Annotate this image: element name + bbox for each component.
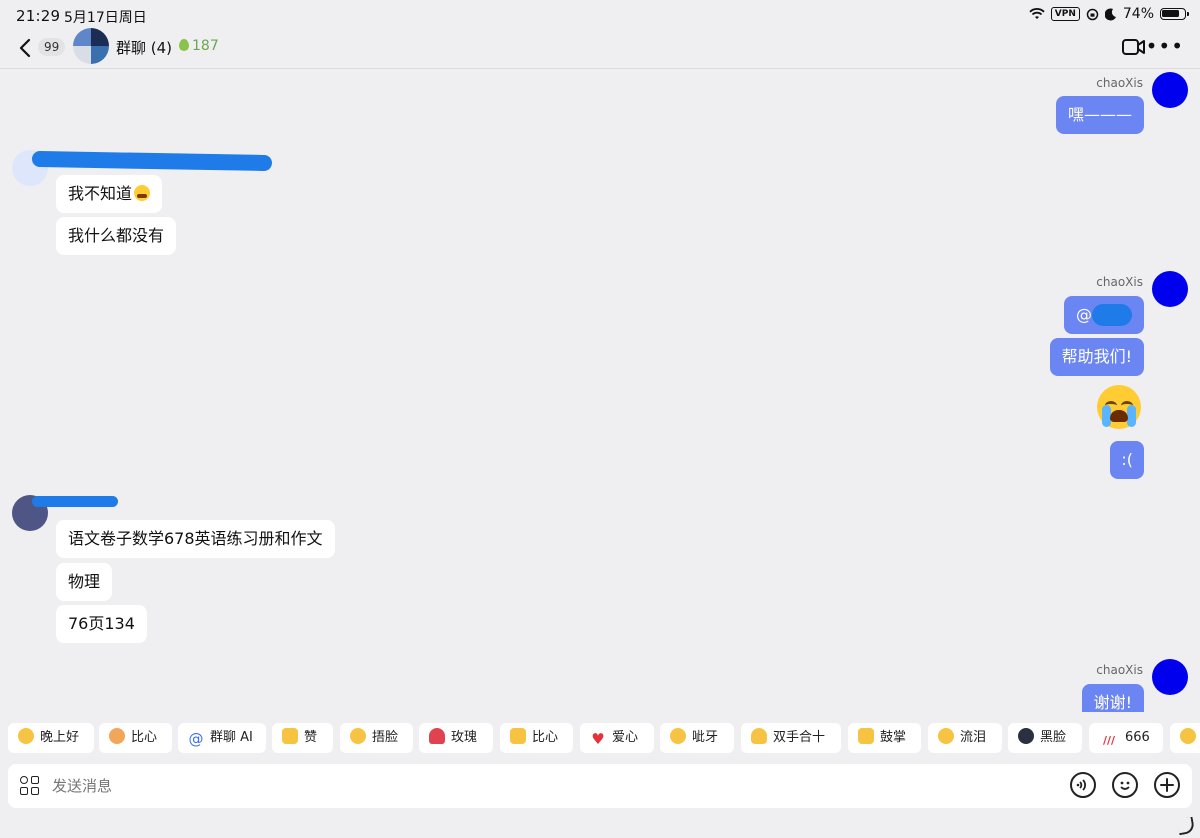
sender-name: chaoXis: [1096, 663, 1143, 677]
reaction-label: 666: [1125, 730, 1150, 745]
status-bar: 21:29 5月17日周日 VPN 74%: [0, 0, 1200, 32]
video-call-icon[interactable]: [1122, 38, 1146, 56]
emoji-picker-icon[interactable]: [1112, 772, 1138, 798]
reaction-label: 玫瑰: [451, 730, 478, 745]
reaction-chip[interactable]: 赞: [272, 723, 333, 753]
group-avatar[interactable]: [73, 28, 109, 64]
wifi-icon: [1029, 8, 1045, 19]
reaction-label: 双手合十: [773, 730, 826, 745]
heart-icon: ♥: [591, 730, 605, 748]
reaction-label: 呲牙: [692, 730, 719, 745]
clap-icon: [858, 728, 874, 744]
grin-icon: [670, 728, 686, 744]
reaction-chip[interactable]: ♥ 爱心: [580, 723, 654, 753]
redacted-mention: [1092, 304, 1132, 326]
reaction-label: 群聊 AI: [210, 730, 253, 745]
sender-name: chaoXis: [1096, 76, 1143, 90]
message-bubble[interactable]: 物理: [56, 563, 113, 601]
message-bubble[interactable]: 嘿———: [1055, 96, 1144, 134]
reaction-label: 比心: [532, 730, 559, 745]
reaction-label: 鼓掌: [880, 730, 907, 745]
reaction-chip[interactable]: 捂脸: [340, 723, 413, 753]
reaction-label: 比心: [131, 730, 158, 745]
message-bubble[interactable]: 谢谢!: [1081, 684, 1144, 712]
status-indicators: VPN 74%: [1029, 6, 1189, 22]
message-bubble[interactable]: 语文卷子数学678英语练习册和作文: [56, 520, 335, 558]
reaction-chip[interactable]: 呲牙: [660, 723, 734, 753]
dark-face-icon: [1018, 728, 1034, 744]
message-input-bar: [8, 764, 1192, 808]
status-date: 5月17日周日: [64, 10, 147, 26]
vpn-badge: VPN: [1050, 7, 1080, 21]
reaction-chip[interactable]: /// 666: [1089, 723, 1163, 753]
message-bubble[interactable]: :(: [1110, 441, 1144, 479]
mention-symbol: @: [1076, 305, 1092, 324]
back-chevron-icon[interactable]: [16, 36, 38, 60]
quick-reaction-bar[interactable]: 晚上好 比心 @ 群聊 AI 赞 捂脸 玫瑰 比心 ♥ 爱心 呲牙 双手合十 鼓掌 …: [0, 723, 1200, 753]
thumbs-up-icon: [282, 728, 298, 744]
crying-emoji-icon: [134, 185, 151, 201]
finger-heart-icon: [510, 728, 526, 744]
add-plus-icon[interactable]: [1154, 772, 1180, 798]
reaction-chip[interactable]: 黑脸: [1008, 723, 1082, 753]
star-face-icon: [18, 728, 34, 744]
reaction-chip[interactable]: 晚上好: [8, 723, 94, 753]
laugh-icon: [1180, 728, 1196, 744]
apps-grid-icon[interactable]: [20, 776, 40, 796]
facepalm-icon: [350, 728, 366, 744]
battery-icon: [1160, 8, 1189, 20]
loudly-crying-face-icon[interactable]: [1097, 385, 1141, 429]
rotation-lock-icon: [1086, 8, 1099, 20]
chat-header: 99 群聊 (4) 187 •••: [0, 28, 1200, 69]
resize-handle-icon: [1176, 816, 1196, 836]
avatar[interactable]: [1152, 72, 1188, 108]
666-icon: ///: [1102, 734, 1116, 747]
message-bubble[interactable]: 76页134: [56, 605, 147, 643]
reaction-chip[interactable]: 流泪: [928, 723, 1002, 753]
status-time: 21:29: [16, 7, 61, 25]
redacted-name: [31, 150, 273, 172]
moon-icon: [1104, 8, 1116, 20]
reaction-label: 晚上好: [40, 730, 80, 745]
sender-name: chaoXis: [1096, 275, 1143, 289]
reaction-chip[interactable]: 玫瑰: [419, 723, 493, 753]
message-text: 我不知道: [68, 184, 133, 203]
reaction-label: 黑脸: [1040, 730, 1067, 745]
reaction-chip[interactable]: [1170, 723, 1200, 753]
reaction-label: 爱心: [612, 730, 639, 745]
flame-icon: [179, 39, 189, 51]
reaction-chip[interactable]: 比心: [99, 723, 172, 753]
voice-input-icon[interactable]: [1070, 772, 1096, 798]
rose-icon: [429, 728, 445, 744]
reaction-label: 流泪: [960, 730, 987, 745]
message-bubble[interactable]: 帮助我们!: [1049, 338, 1144, 376]
more-options-icon[interactable]: •••: [1146, 36, 1184, 56]
reaction-label: 捂脸: [372, 730, 399, 745]
message-list[interactable]: chaoXis 嘿——— 我不知道 我什么都没有 chaoXis @ 帮助我们!…: [0, 69, 1200, 712]
at-icon: @: [188, 730, 204, 748]
redacted-name: [32, 496, 118, 507]
avatar[interactable]: [1152, 271, 1188, 307]
pray-icon: [751, 728, 767, 744]
reaction-label: 赞: [304, 730, 318, 745]
message-bubble[interactable]: 我什么都没有: [56, 217, 177, 255]
fire-count: 187: [192, 38, 219, 54]
chat-title[interactable]: 群聊 (4): [116, 37, 172, 58]
message-input[interactable]: [52, 764, 952, 808]
reaction-chip[interactable]: 鼓掌: [848, 723, 921, 753]
unread-badge[interactable]: 99: [38, 38, 66, 56]
reaction-chip[interactable]: 双手合十: [741, 723, 841, 753]
reaction-chip[interactable]: 比心: [500, 723, 573, 753]
heart-hands-icon: [109, 728, 125, 744]
avatar[interactable]: [1152, 659, 1188, 695]
reaction-chip[interactable]: @ 群聊 AI: [178, 723, 266, 753]
fire-streak[interactable]: 187: [179, 38, 219, 54]
crying-icon: [938, 728, 954, 744]
battery-percent: 74%: [1122, 6, 1154, 22]
message-bubble[interactable]: 我不知道: [56, 175, 163, 213]
